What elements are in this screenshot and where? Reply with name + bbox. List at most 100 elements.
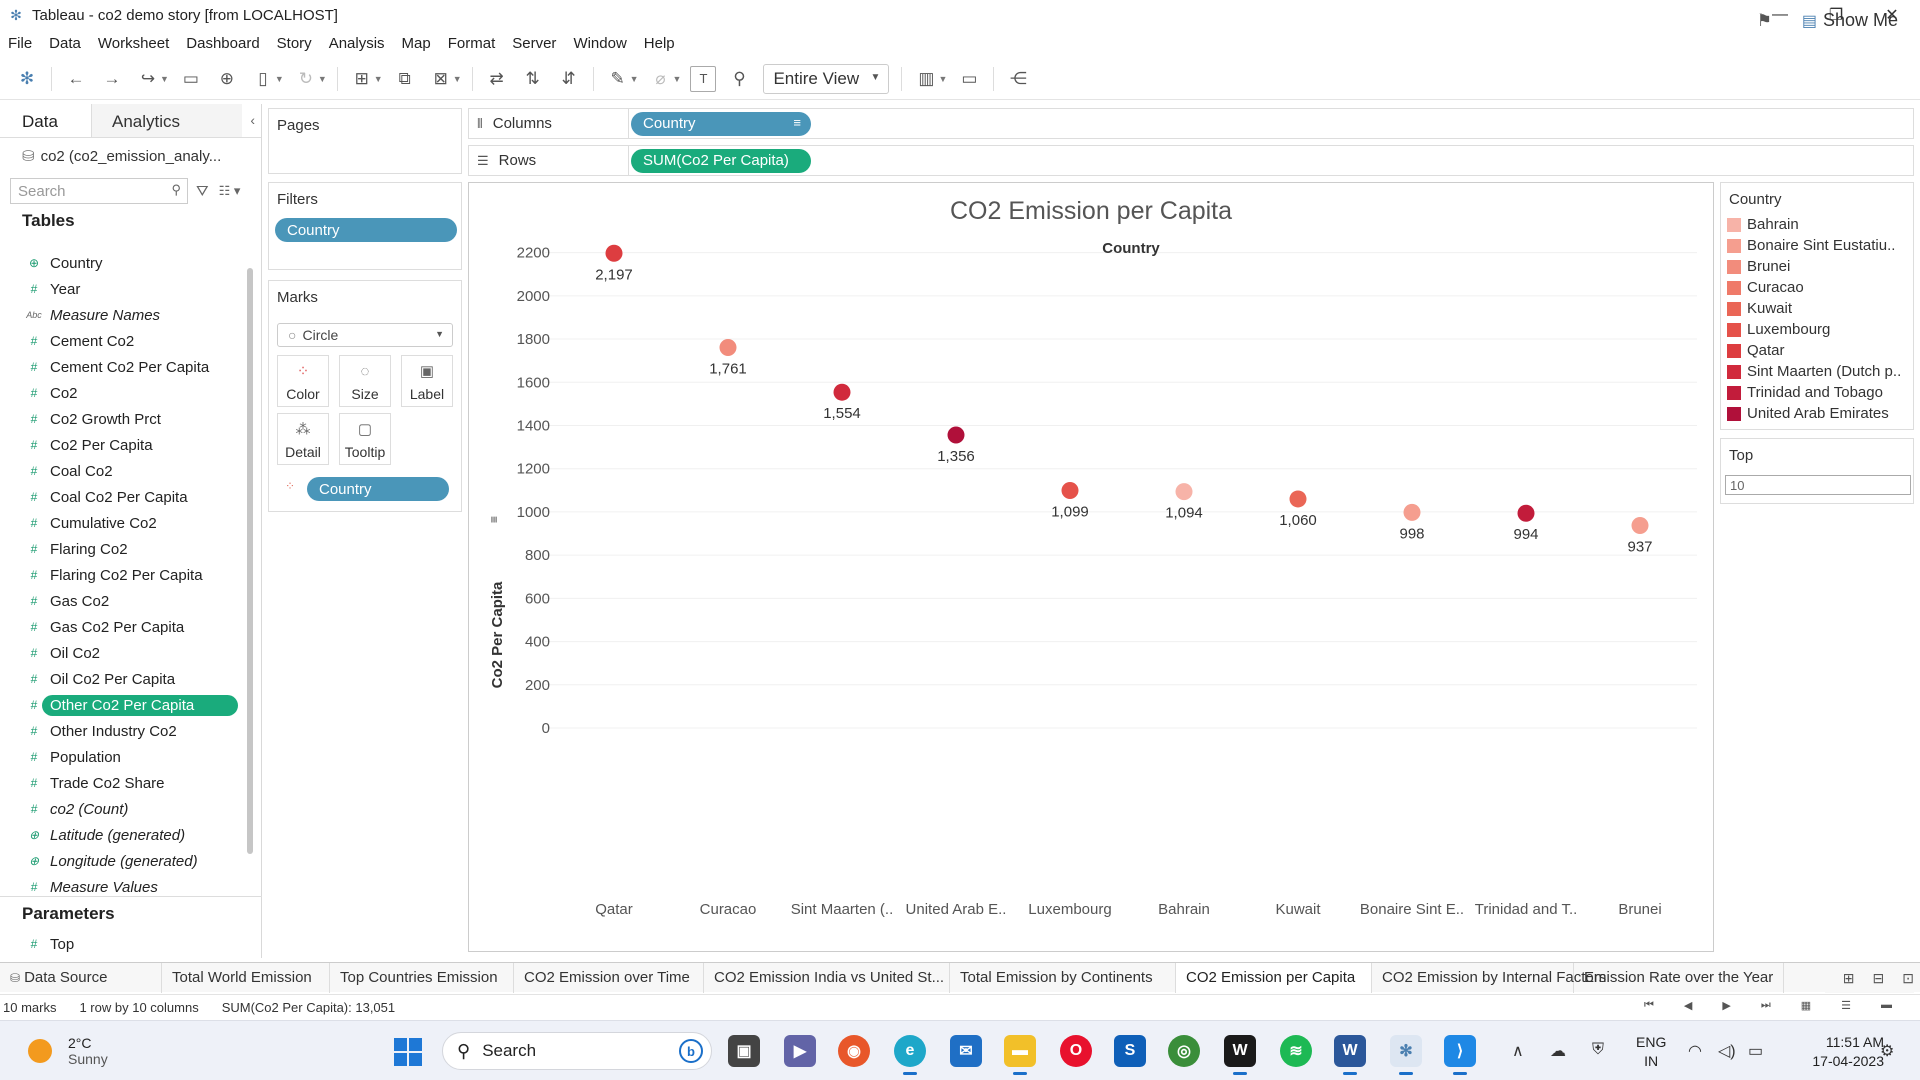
notifications-icon[interactable]: ⚙ [1880,1041,1894,1061]
tooltip-button[interactable]: ▢ Tooltip [339,413,391,465]
vscode-icon[interactable]: ⟩ [1444,1035,1476,1075]
tab-analytics[interactable]: Analytics [92,104,242,137]
x-tick-label[interactable]: Luxembourg [1028,901,1111,918]
sheet-tab[interactable]: CO2 Emission by Internal Factors [1372,962,1606,993]
field-item[interactable]: # Co2 Per Capita [0,432,246,458]
legend-item[interactable]: Bonaire Sint Eustatiu.. [1721,235,1913,256]
prev-sheet-icon[interactable]: ◀ [1684,999,1692,1012]
field-item[interactable]: # Flaring Co2 [0,536,246,562]
menu-server[interactable]: Server [512,35,556,52]
save-icon[interactable]: ▭ [178,66,204,92]
clock[interactable]: 11:51 AM 17-04-2023 [1784,1033,1884,1071]
menu-file[interactable]: File [8,35,32,52]
new-story-icon[interactable]: ⊡ [1902,970,1914,987]
tab-data-source[interactable]: ⛁ Data Source [0,962,162,993]
data-point[interactable] [833,383,851,401]
edge-icon[interactable]: e [894,1035,926,1075]
sheet-tab[interactable]: CO2 Emission per Capita [1176,962,1372,993]
columns-pill-country[interactable]: Country ≡ [631,111,811,136]
sheet-tab[interactable]: Emission Rate over the Year [1574,962,1784,993]
pages-shelf[interactable]: Pages [268,108,462,174]
field-item[interactable]: # Other Co2 Per Capita [0,692,246,718]
x-tick-label[interactable]: Qatar [595,901,633,918]
x-tick-label[interactable]: Bonaire Sint E.. [1360,901,1464,918]
detail-button[interactable]: ⁂ Detail [277,413,329,465]
x-tick-label[interactable]: Brunei [1618,901,1661,918]
dropdown-arrow-icon[interactable]: ▼ [938,74,947,84]
volume-icon[interactable]: ◁) [1718,1041,1736,1061]
spotify-icon[interactable]: ≋ [1280,1035,1312,1067]
menu-format[interactable]: Format [448,35,496,52]
data-point[interactable] [1289,490,1307,508]
security-shield-icon[interactable]: ⛨ [1592,1041,1604,1059]
file-explorer-icon[interactable]: ▬ [1004,1035,1036,1075]
data-point[interactable] [1403,503,1421,521]
next-sheet-icon[interactable]: ▶ [1722,999,1730,1012]
field-item[interactable]: # Gas Co2 [0,588,246,614]
axis-sort-icon[interactable]: ≡ [487,516,501,523]
firefox-icon[interactable]: ◉ [838,1035,870,1067]
mark-type-select[interactable]: ○ Circle ▼ [277,323,453,347]
new-datasource-icon[interactable]: ⊕ [214,66,240,92]
field-item[interactable]: # Oil Co2 Per Capita [0,666,246,692]
data-point[interactable] [1061,482,1079,500]
pause-updates-icon[interactable]: ▯ [250,66,276,92]
legend-item[interactable]: Qatar [1721,340,1913,361]
dropdown-arrow-icon[interactable]: ▼ [318,74,327,84]
size-button[interactable]: ◌ Size [339,355,391,407]
sheet-tab[interactable]: Total Emission by Continents [950,962,1176,993]
marks-pill-country[interactable]: Country [307,477,449,501]
field-item[interactable]: Abc Measure Names [0,302,246,328]
share-icon[interactable]: ⋲ [1005,66,1031,92]
onedrive-icon[interactable]: ☁ [1550,1041,1566,1061]
legend-item[interactable]: Curacao [1721,277,1913,298]
menu-help[interactable]: Help [644,35,675,52]
sheet-tab[interactable]: CO2 Emission India vs United St... [704,962,950,993]
dropdown-arrow-icon[interactable]: ▼ [374,74,383,84]
menu-worksheet[interactable]: Worksheet [98,35,169,52]
tab-data[interactable]: Data [0,104,92,137]
legend-item[interactable]: Bahrain [1721,214,1913,235]
new-dashboard-icon[interactable]: ⊟ [1873,970,1885,987]
show-me-button[interactable]: ▤ Show Me [1802,10,1898,31]
new-worksheet-icon[interactable]: ⊞ [349,66,375,92]
collapse-pane-icon[interactable]: ‹ [250,112,255,128]
list-view-icon[interactable]: ☰ [1841,999,1851,1012]
fit-select[interactable]: Entire View ▼ [763,63,890,94]
app-s-icon[interactable]: S [1114,1035,1146,1067]
rows-shelf[interactable]: ☰ Rows SUM(Co2 Per Capita) [468,145,1914,176]
legend-item[interactable]: Trinidad and Tobago [1721,382,1913,403]
data-point[interactable] [1631,517,1649,535]
filter-pill-country[interactable]: Country [275,218,457,242]
dropdown-arrow-icon[interactable]: ▼ [630,74,639,84]
show-hidden-icons-icon[interactable]: ∧ [1512,1041,1524,1061]
x-tick-label[interactable]: Kuwait [1275,901,1321,918]
x-tick-label[interactable]: Curacao [700,901,757,918]
field-item[interactable]: # Co2 Growth Prct [0,406,246,432]
field-item[interactable]: # Other Industry Co2 [0,718,246,744]
teams-icon[interactable]: ▶ [784,1035,816,1067]
tableau-taskbar-icon[interactable]: ✻ [1390,1035,1422,1075]
highlight-icon[interactable]: ✎ [605,66,631,92]
datasource-item[interactable]: ⛁ co2 (co2_emission_analy... [0,138,261,174]
menu-map[interactable]: Map [402,35,431,52]
filter-icon[interactable]: ⛛ [196,183,209,200]
language-indicator[interactable]: ENG IN [1636,1033,1666,1071]
sheet-tab[interactable]: Top Countries Emission [330,962,514,993]
group-members-icon[interactable]: ⌀ [648,66,674,92]
task-view-icon[interactable]: ▣ [728,1035,760,1067]
menu-window[interactable]: Window [573,35,626,52]
webex-icon[interactable]: W [1224,1035,1256,1075]
fix-axes-icon[interactable]: ⚲ [726,66,752,92]
x-tick-label[interactable]: United Arab E.. [906,901,1007,918]
data-point[interactable] [1175,483,1193,501]
pin-icon[interactable]: ⚑ [1757,11,1772,31]
parameter-item[interactable]: # Top [0,931,262,957]
field-search-input[interactable]: Search ⚲ [10,178,188,204]
field-item[interactable]: # Population [0,744,246,770]
tableau-home-icon[interactable]: ✻ [14,66,40,92]
legend-item[interactable]: Luxembourg [1721,319,1913,340]
field-item[interactable]: # Co2 [0,380,246,406]
x-tick-label[interactable]: Bahrain [1158,901,1210,918]
view-options-icon[interactable]: ☷ ▾ [219,183,241,199]
